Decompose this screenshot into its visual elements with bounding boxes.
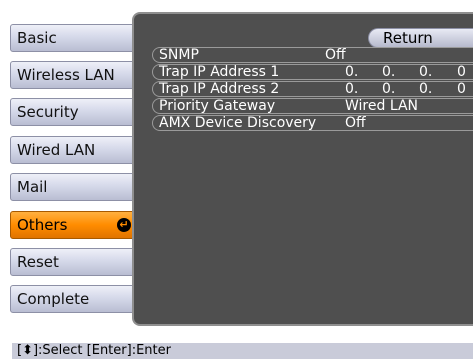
sidebar-item-label: Basic (17, 29, 57, 47)
setting-value: Wired LAN (345, 98, 418, 114)
setting-value: Off (325, 47, 346, 63)
return-button[interactable]: Return (368, 28, 473, 48)
setting-row-priority-gateway[interactable]: Priority Gateway Wired LAN (152, 98, 473, 114)
setting-label: Trap IP Address 2 (159, 81, 280, 97)
setting-row-snmp[interactable]: SNMP Off (152, 47, 473, 63)
setting-row-amx-device-discovery[interactable]: AMX Device Discovery Off (152, 115, 473, 131)
ip-octet: 0. (382, 81, 396, 97)
setting-row-trap-ip-1[interactable]: Trap IP Address 1 0. 0. 0. 0 (152, 64, 473, 80)
status-bar: [⬍]:Select [Enter]:Enter (12, 343, 473, 359)
setting-row-trap-ip-2[interactable]: Trap IP Address 2 0. 0. 0. 0 (152, 81, 473, 97)
sidebar-item-mail[interactable]: Mail (10, 173, 138, 201)
sidebar-item-reset[interactable]: Reset (10, 248, 138, 276)
setting-label: AMX Device Discovery (159, 115, 317, 131)
sidebar-item-label: Mail (17, 178, 48, 196)
return-button-label: Return (383, 29, 433, 47)
sidebar-item-wired-lan[interactable]: Wired LAN (10, 136, 138, 164)
sidebar-item-label: Wired LAN (17, 141, 96, 159)
enter-arrow-icon: ↵ (117, 218, 131, 232)
setting-label: Priority Gateway (159, 98, 276, 114)
ip-octet: 0. (382, 64, 396, 80)
setting-label: Trap IP Address 1 (159, 64, 280, 80)
ip-octet: 0. (345, 64, 359, 80)
sidebar: Basic Wireless LAN Security Wired LAN Ma… (0, 0, 145, 330)
sidebar-item-label: Others (17, 216, 68, 234)
status-bar-text: [⬍]:Select [Enter]:Enter (17, 343, 171, 358)
setting-value: Off (345, 115, 366, 131)
ip-octet: 0. (345, 81, 359, 97)
ip-octet: 0. (419, 64, 433, 80)
sidebar-item-label: Security (17, 103, 79, 121)
ip-octet: 0. (419, 81, 433, 97)
sidebar-item-label: Reset (17, 253, 59, 271)
sidebar-item-security[interactable]: Security (10, 98, 138, 126)
sidebar-item-wireless-lan[interactable]: Wireless LAN (10, 61, 138, 89)
sidebar-item-label: Wireless LAN (17, 66, 115, 84)
sidebar-item-label: Complete (17, 290, 90, 308)
setting-label: SNMP (159, 47, 199, 63)
sidebar-item-others[interactable]: Others ↵ (10, 211, 138, 239)
sidebar-item-complete[interactable]: Complete (10, 285, 138, 313)
ip-octet: 0 (457, 64, 466, 80)
sidebar-item-basic[interactable]: Basic (10, 24, 138, 52)
ip-octet: 0 (457, 81, 466, 97)
